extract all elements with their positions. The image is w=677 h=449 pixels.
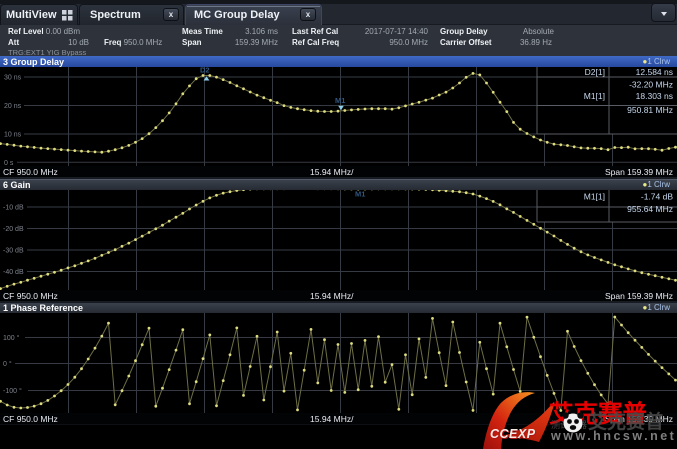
svg-text:10 ns: 10 ns — [4, 132, 22, 139]
svg-text:955.64 MHz: 955.64 MHz — [627, 204, 673, 214]
svg-text:D2[1]: D2[1] — [585, 67, 605, 77]
svg-text:18.303 ns: 18.303 ns — [636, 91, 673, 101]
svg-text:-100 °: -100 ° — [3, 387, 22, 395]
svg-text:100 °: 100 ° — [3, 334, 20, 342]
svg-text:M1: M1 — [355, 190, 365, 199]
svg-text:M1[1]: M1[1] — [584, 192, 605, 202]
svg-text:12.584 ns: 12.584 ns — [636, 67, 673, 77]
svg-text:-10 dB: -10 dB — [3, 205, 24, 212]
svg-text:-30 dB: -30 dB — [3, 248, 24, 255]
svg-text:0 °: 0 ° — [3, 360, 12, 368]
svg-text:20 ns: 20 ns — [4, 103, 22, 110]
svg-text:M1[1]: M1[1] — [584, 91, 605, 101]
svg-text:30 ns: 30 ns — [4, 75, 22, 82]
svg-text:950.81 MHz: 950.81 MHz — [627, 105, 673, 115]
svg-text:M1: M1 — [335, 96, 345, 105]
svg-text:D2: D2 — [200, 67, 210, 75]
svg-text:-1.74 dB: -1.74 dB — [641, 192, 673, 202]
svg-text:-40 dB: -40 dB — [3, 269, 24, 276]
svg-text:-32.20 MHz: -32.20 MHz — [629, 80, 673, 90]
svg-text:-20 dB: -20 dB — [3, 226, 24, 233]
